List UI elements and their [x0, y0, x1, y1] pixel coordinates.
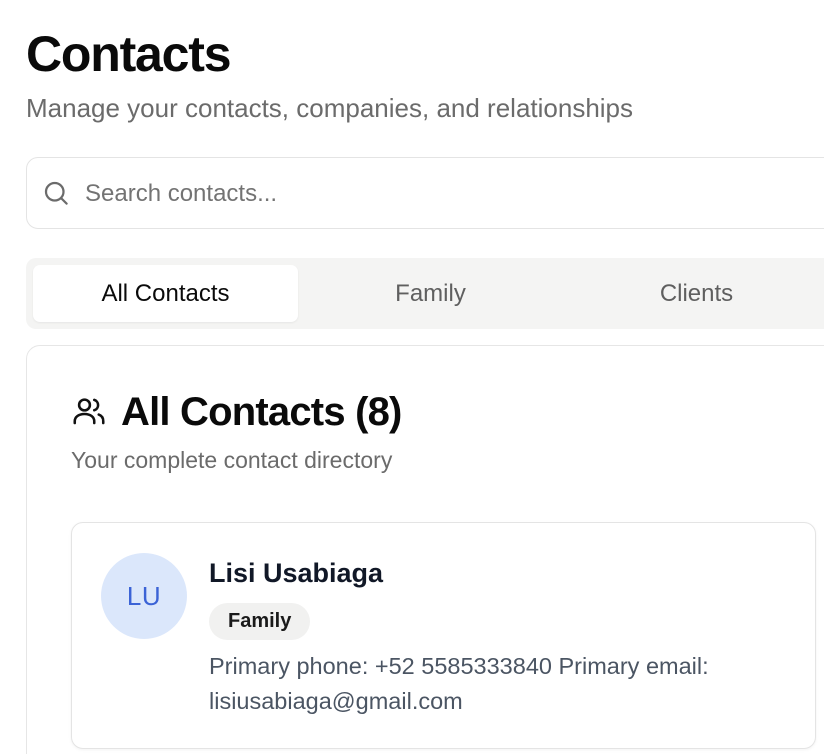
users-icon	[73, 398, 105, 425]
search-icon	[44, 181, 68, 205]
page-subtitle: Manage your contacts, companies, and rel…	[26, 93, 634, 123]
contacts-panel: All Contacts (8) Your complete contact d…	[26, 345, 824, 754]
contact-tabs: All Contacts Family Clients	[26, 258, 824, 329]
search-input[interactable]	[85, 172, 824, 216]
contacts-page: Contacts Manage your contacts, companies…	[0, 0, 824, 754]
tab-all-contacts[interactable]: All Contacts	[33, 265, 298, 322]
contact-details: Primary phone: +52 5585333840 Primary em…	[209, 653, 709, 714]
search-box[interactable]	[26, 157, 824, 229]
contact-name[interactable]: Lisi Usabiaga	[209, 558, 383, 589]
tab-family[interactable]: Family	[298, 265, 563, 322]
contact-card[interactable]: LU Lisi Usabiaga Family Primary phone: +…	[71, 522, 816, 749]
contact-category-badge: Family	[209, 603, 311, 640]
page-title: Contacts	[26, 26, 232, 82]
tab-clients[interactable]: Clients	[564, 265, 824, 322]
panel-title: All Contacts (8)	[121, 390, 402, 434]
panel-subtitle: Your complete contact directory	[71, 447, 393, 473]
avatar: LU	[101, 553, 187, 639]
